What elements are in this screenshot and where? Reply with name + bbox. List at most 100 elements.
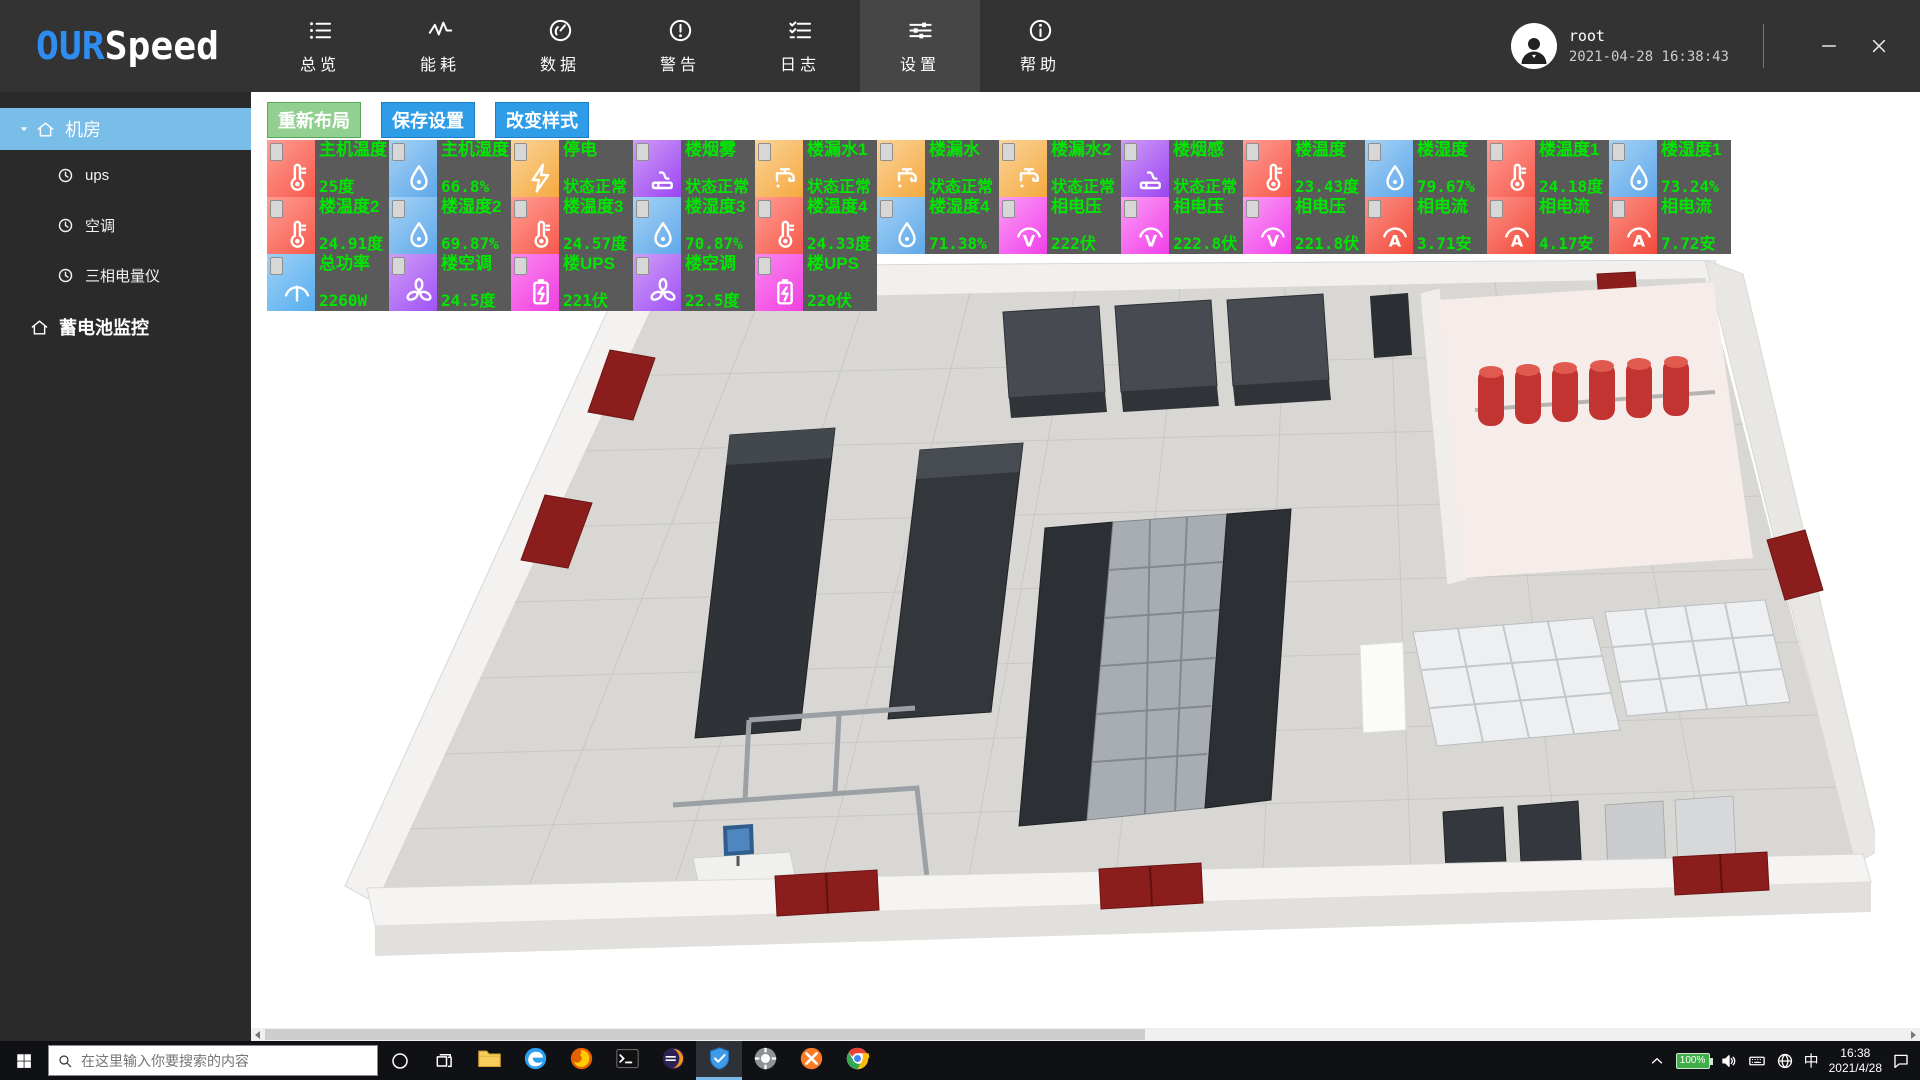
sensor-tile[interactable]: 楼温度1 24.18度 [1487,140,1609,197]
sensor-tile[interactable]: 楼漏水1 状态正常 [755,140,877,197]
globe-icon[interactable] [1776,1052,1794,1070]
user-avatar-icon[interactable] [1511,23,1557,69]
tile-checkbox[interactable] [1124,200,1137,218]
sensor-tile[interactable]: 停电 状态正常 [511,140,633,197]
sensor-tile[interactable]: 楼温度 23.43度 [1243,140,1365,197]
tile-checkbox[interactable] [880,200,893,218]
toolbar-button[interactable]: 改变样式 [495,102,589,138]
tile-checkbox[interactable] [636,257,649,275]
nav-item[interactable]: 设置 [860,0,980,92]
task-view-icon[interactable] [422,1041,466,1080]
minimize-icon[interactable] [1814,31,1844,61]
sensor-tile[interactable]: 楼湿度4 71.38% [877,197,999,254]
sensor-tile[interactable]: 楼UPS 221伏 [511,254,633,311]
sensor-tile[interactable]: V 相电压 222伏 [999,197,1121,254]
sensor-tile[interactable]: 楼空调 22.5度 [633,254,755,311]
sensor-tile[interactable]: 主机湿度 66.8% [389,140,511,197]
keyboard-icon[interactable] [1748,1052,1766,1070]
sensor-tile[interactable]: 楼温度3 24.57度 [511,197,633,254]
tile-checkbox[interactable] [1002,143,1015,161]
tile-checkbox[interactable] [270,257,283,275]
sensor-tile[interactable]: 楼烟感 状态正常 [1121,140,1243,197]
tile-checkbox[interactable] [880,143,893,161]
volume-icon[interactable] [1720,1052,1738,1070]
sensor-tile[interactable]: A 相电流 3.71安 [1365,197,1487,254]
taskbar-search[interactable] [48,1045,378,1076]
taskbar-app[interactable] [788,1041,834,1080]
sensor-tile[interactable]: V 相电压 221.8伏 [1243,197,1365,254]
tile-checkbox[interactable] [1246,143,1259,161]
taskbar-clock[interactable]: 16:38 2021/4/28 [1829,1046,1882,1076]
notification-icon[interactable] [1892,1052,1910,1070]
tile-checkbox[interactable] [1368,200,1381,218]
sensor-tile[interactable]: 楼UPS 220伏 [755,254,877,311]
taskbar-app[interactable] [512,1041,558,1080]
toolbar-button[interactable]: 重新布局 [267,102,361,138]
chevron-up-icon[interactable] [1648,1052,1666,1070]
scroll-right-arrow-icon[interactable] [1907,1028,1920,1041]
tile-checkbox[interactable] [758,257,771,275]
sensor-tile[interactable]: 楼温度4 24.33度 [755,197,877,254]
sensor-tile[interactable]: 楼空调 24.5度 [389,254,511,311]
tile-checkbox[interactable] [1246,200,1259,218]
taskbar-app[interactable] [604,1041,650,1080]
tile-checkbox[interactable] [392,257,405,275]
sidebar-item[interactable]: 空调 [0,200,251,250]
tile-checkbox[interactable] [1490,143,1503,161]
sensor-tile[interactable]: 楼湿度 79.67% [1365,140,1487,197]
scrollbar-thumb[interactable] [265,1029,1145,1040]
tile-checkbox[interactable] [1124,143,1137,161]
sidebar-item[interactable]: 蓄电池监控 [0,300,251,354]
tile-checkbox[interactable] [514,143,527,161]
nav-item[interactable]: 警告 [620,0,740,92]
search-input[interactable] [81,1053,369,1069]
tile-checkbox[interactable] [392,143,405,161]
taskbar-app[interactable] [696,1041,742,1080]
nav-item[interactable]: 日志 [740,0,860,92]
sensor-tile[interactable]: 总功率 2260W [267,254,389,311]
battery-indicator[interactable]: 100% [1676,1053,1710,1069]
sensor-tile[interactable]: 楼烟雾 状态正常 [633,140,755,197]
sensor-tile[interactable]: A 相电流 7.72安 [1609,197,1731,254]
taskbar-app[interactable] [650,1041,696,1080]
sensor-tile[interactable]: 主机温度 25度 [267,140,389,197]
tile-checkbox[interactable] [1612,200,1625,218]
sidebar-item[interactable]: 三相电量仪 [0,250,251,300]
close-icon[interactable] [1864,31,1894,61]
sensor-tile[interactable]: 楼温度2 24.91度 [267,197,389,254]
tile-checkbox[interactable] [758,143,771,161]
scroll-left-arrow-icon[interactable] [251,1028,264,1041]
taskbar-app[interactable] [742,1041,788,1080]
nav-item[interactable]: 总览 [260,0,380,92]
tile-checkbox[interactable] [1612,143,1625,161]
sensor-tile[interactable]: 楼湿度3 70.87% [633,197,755,254]
ime-indicator[interactable]: 中 [1804,1050,1819,1071]
h-scrollbar[interactable] [251,1028,1920,1041]
tile-checkbox[interactable] [1002,200,1015,218]
taskbar-app[interactable] [466,1041,512,1080]
tile-checkbox[interactable] [636,143,649,161]
nav-item[interactable]: 数据 [500,0,620,92]
sensor-tile[interactable]: 楼漏水2 状态正常 [999,140,1121,197]
tile-checkbox[interactable] [1368,143,1381,161]
sidebar-item[interactable]: 机房 [0,108,251,150]
taskbar-app[interactable] [558,1041,604,1080]
nav-item[interactable]: 能耗 [380,0,500,92]
taskbar-app[interactable] [834,1041,880,1080]
sensor-tile[interactable]: 楼湿度2 69.87% [389,197,511,254]
nav-item[interactable]: 帮助 [980,0,1100,92]
tile-checkbox[interactable] [636,200,649,218]
toolbar-button[interactable]: 保存设置 [381,102,475,138]
tile-checkbox[interactable] [392,200,405,218]
sensor-tile[interactable]: 楼漏水 状态正常 [877,140,999,197]
tile-checkbox[interactable] [270,200,283,218]
tile-checkbox[interactable] [514,200,527,218]
tile-checkbox[interactable] [514,257,527,275]
tile-checkbox[interactable] [758,200,771,218]
cortana-icon[interactable] [378,1041,422,1080]
sensor-tile[interactable]: V 相电压 222.8伏 [1121,197,1243,254]
tile-checkbox[interactable] [270,143,283,161]
windows-start-icon[interactable] [0,1041,48,1080]
sensor-tile[interactable]: A 相电流 4.17安 [1487,197,1609,254]
sensor-tile[interactable]: 楼湿度1 73.24% [1609,140,1731,197]
